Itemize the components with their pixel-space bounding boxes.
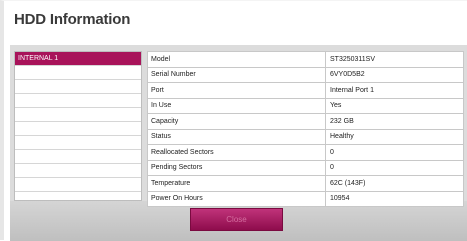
info-value-model: ST3250311SV [325,51,464,68]
table-row: Capacity 232 GB [147,113,464,130]
info-value-temperature: 62C (143F) [325,175,464,192]
dialog-title: HDD Information [14,11,131,28]
info-value-reallocated-sectors: 0 [325,144,464,161]
drive-list: INTERNAL 1 [14,51,142,201]
table-row: Power On Hours 10954 [147,190,464,207]
info-value-power-on-hours: 10954 [325,190,464,207]
table-row: Model ST3250311SV [147,51,464,68]
table-row: Port Internal Port 1 [147,82,464,99]
info-label-pending-sectors: Pending Sectors [147,159,326,176]
drive-item [15,136,141,150]
info-value-in-use: Yes [325,97,464,114]
drive-item [15,94,141,108]
table-row: Temperature 62C (143F) [147,175,464,192]
info-label-power-on-hours: Power On Hours [147,190,326,207]
hdd-info-table: Model ST3250311SV Serial Number 6VY0D5B2… [147,51,464,207]
info-label-temperature: Temperature [147,175,326,192]
info-label-capacity: Capacity [147,113,326,130]
drive-item [15,164,141,178]
info-value-port: Internal Port 1 [325,82,464,99]
info-label-model: Model [147,51,326,68]
table-row: Status Healthy [147,128,464,145]
info-label-reallocated-sectors: Reallocated Sectors [147,144,326,161]
info-label-status: Status [147,128,326,145]
table-row: Pending Sectors 0 [147,159,464,176]
info-value-status: Healthy [325,128,464,145]
drive-item [15,178,141,192]
drive-item-internal-1[interactable]: INTERNAL 1 [15,52,141,66]
info-label-serial-number: Serial Number [147,66,326,83]
info-label-in-use: In Use [147,97,326,114]
drive-item [15,150,141,164]
info-value-capacity: 232 GB [325,113,464,130]
table-row: In Use Yes [147,97,464,114]
table-row: Reallocated Sectors 0 [147,144,464,161]
drive-item [15,108,141,122]
hdd-information-dialog: HDD Information INTERNAL 1 Model ST32503… [0,0,467,241]
drive-item [15,66,141,80]
drive-item [15,122,141,136]
info-value-serial-number: 6VY0D5B2 [325,66,464,83]
drive-item [15,80,141,94]
close-button[interactable]: Close [190,208,283,231]
info-label-port: Port [147,82,326,99]
info-value-pending-sectors: 0 [325,159,464,176]
table-row: Serial Number 6VY0D5B2 [147,66,464,83]
